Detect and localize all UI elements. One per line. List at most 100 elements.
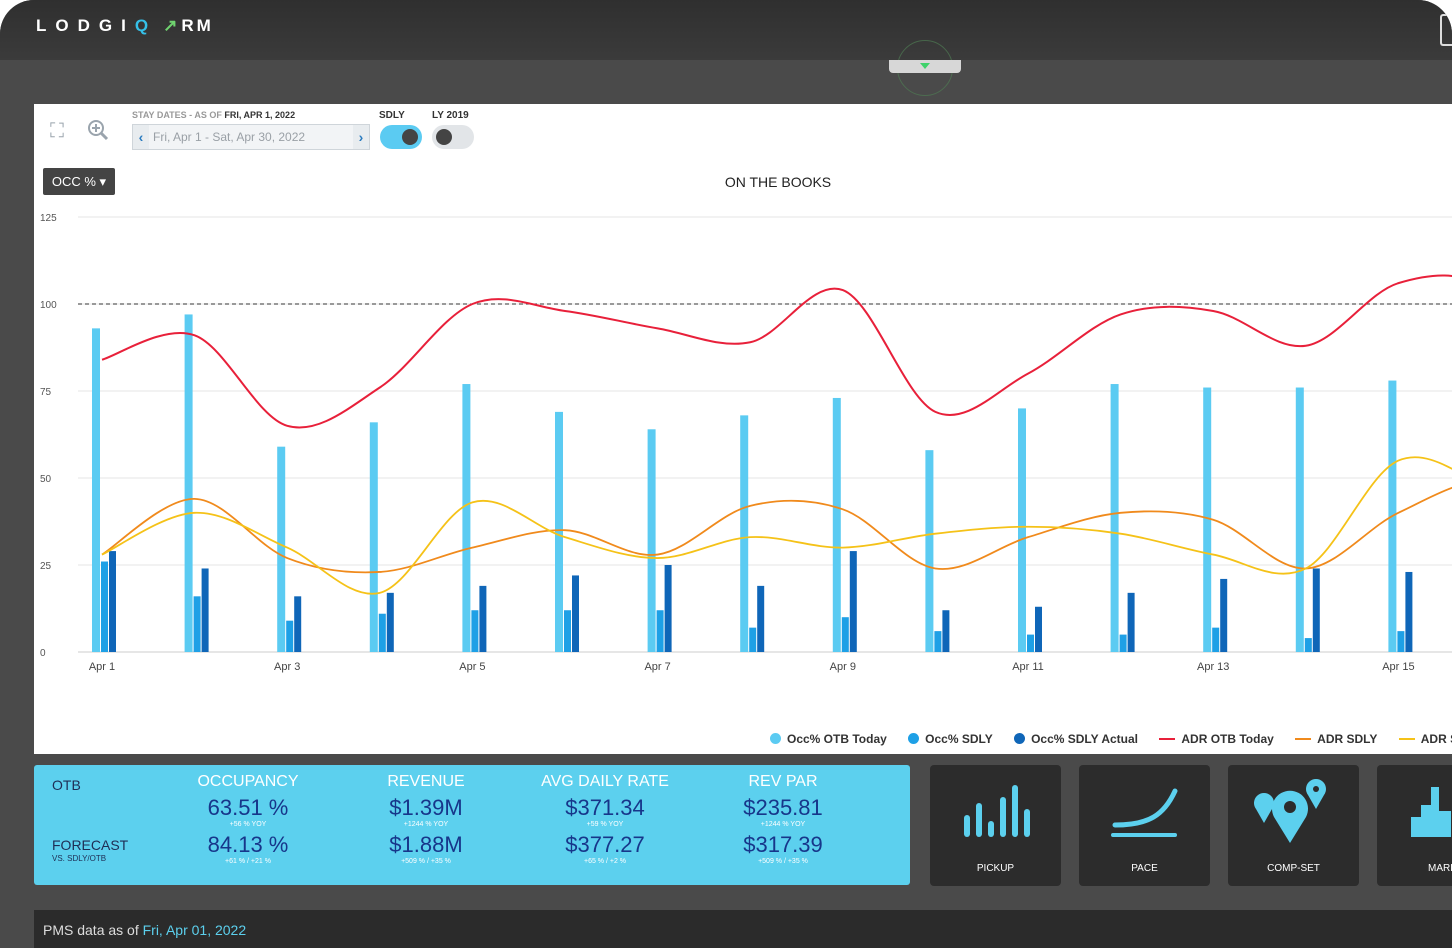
- bar-occ-sdly-actual-apr-12: [1127, 592, 1135, 652]
- kpi-otb-sub: +56 % YOY: [229, 821, 267, 828]
- stay-dates-label: STAY DATES - AS OF FRI, APR 1, 2022: [132, 110, 296, 120]
- sdly-toggle[interactable]: [380, 125, 422, 149]
- bar-occ-otb-today-apr-5: [462, 384, 471, 652]
- bar-chart-icon: [964, 785, 1030, 837]
- status-footer: PMS data as of Fri, Apr 01, 2022: [34, 910, 1452, 948]
- bar-occ-sdly-apr-2: [193, 596, 201, 652]
- prev-date-button[interactable]: ‹: [133, 125, 149, 149]
- bar-occ-sdly-actual-apr-15: [1405, 571, 1413, 652]
- kpi-forecast-sub: +61 % / +21 %: [225, 858, 271, 865]
- x-tick-label: Apr 15: [1382, 661, 1414, 673]
- bar-occ-otb-today-apr-2: [184, 314, 193, 652]
- bar-occ-sdly-actual-apr-7: [664, 565, 672, 652]
- bar-occ-sdly-actual-apr-8: [757, 585, 765, 652]
- occupancy-chart: 0 25 50 75 100 125 Apr 1 Apr 3 Apr 5 Apr 7 Apr 9 Ap…: [40, 213, 1452, 673]
- ly-toggle[interactable]: [432, 125, 474, 149]
- x-tick-label: Apr 5: [459, 661, 485, 673]
- bar-occ-otb-today-apr-6: [555, 411, 563, 652]
- next-date-button[interactable]: ›: [353, 125, 369, 149]
- city-skyline-icon: [1411, 787, 1451, 837]
- bar-occ-sdly-apr-4: [378, 613, 386, 652]
- kpi-otb-value: $371.34: [565, 795, 645, 820]
- kpi-forecast-sub: +65 % / +2 %: [583, 858, 627, 865]
- forecast-row-label: FORECAST: [52, 837, 129, 853]
- legend-item-adr-otb-today[interactable]: ADR OTB Today: [1159, 732, 1274, 746]
- line-adr-otb-today: [101, 274, 1452, 429]
- bar-occ-sdly-apr-9: [841, 617, 849, 652]
- legend-item-occ-sdly[interactable]: Occ% SDLY: [908, 732, 993, 746]
- bar-occ-sdly-actual-apr-11: [1035, 606, 1042, 652]
- kpi-summary-panel: OTB FORECAST VS. SDLY/OTB OCCUPANCY 63.5…: [34, 765, 910, 885]
- bar-occ-otb-today-apr-3: [277, 446, 286, 652]
- metric-dropdown-button[interactable]: OCC % ▾: [43, 168, 115, 195]
- bar-occ-sdly-apr-3: [286, 620, 294, 652]
- legend-item-otb-today[interactable]: Occ% OTB Today: [770, 732, 887, 746]
- bar-occ-otb-today-apr-10: [925, 450, 934, 652]
- bar-occ-otb-today-apr-8: [740, 415, 749, 652]
- kpi-rev-par: REV PAR $235.81 +1244 % YOY $317.39 +509…: [708, 765, 858, 865]
- x-tick-label: Apr 7: [644, 661, 670, 673]
- pulldown-toggle-button[interactable]: [889, 60, 961, 73]
- fullscreen-icon[interactable]: ⛶: [50, 120, 64, 143]
- bar-occ-sdly-actual-apr-4: [386, 592, 394, 652]
- bar-occ-sdly-apr-14: [1304, 638, 1312, 652]
- pms-status: PMS data as of Fri, Apr 01, 2022: [43, 922, 247, 938]
- tile-market[interactable]: MARK: [1377, 765, 1452, 886]
- kpi-header: AVG DAILY RATE: [541, 773, 669, 790]
- kpi-header: REV PAR: [748, 773, 818, 790]
- tile-pace[interactable]: PACE: [1079, 765, 1210, 886]
- tile-label: PACE: [1131, 863, 1158, 874]
- bar-occ-sdly-apr-12: [1119, 634, 1127, 652]
- bar-occ-sdly-actual-apr-5: [479, 585, 487, 652]
- bar-occ-sdly-apr-11: [1027, 634, 1034, 652]
- kpi-forecast-value: 84.13 %: [207, 832, 289, 857]
- bar-occ-sdly-apr-7: [656, 610, 664, 652]
- line-adr-sdly: [101, 486, 1452, 574]
- bar-occ-sdly-actual-apr-6: [572, 575, 579, 652]
- kpi-forecast-sub: +509 % / +35 %: [401, 858, 451, 865]
- legend-item-adr-sdly-actual[interactable]: ADR SDLY: [1398, 732, 1452, 746]
- bar-occ-otb-today-apr-7: [647, 429, 656, 652]
- x-tick-label: Apr 9: [830, 661, 856, 673]
- y-tick-label: 50: [40, 474, 52, 485]
- legend-item-adr-sdly[interactable]: ADR SDLY: [1295, 732, 1377, 746]
- bar-occ-sdly-apr-5: [471, 610, 479, 652]
- zoom-in-icon[interactable]: [86, 118, 110, 148]
- kpi-revenue: REVENUE $1.39M +1244 % YOY $1.88M +509 %…: [351, 765, 501, 865]
- app-logo: LODGIQ ↗ RM: [36, 16, 214, 35]
- chart-legend: Occ% OTB Today Occ% SDLY Occ% SDLY Actua…: [770, 732, 1452, 746]
- bar-occ-otb-today-apr-12: [1110, 384, 1119, 652]
- forecast-sub-label: VS. SDLY/OTB: [52, 854, 107, 863]
- otb-row-label: OTB: [52, 777, 81, 793]
- tile-pickup[interactable]: PICKUP: [930, 765, 1061, 886]
- bar-occ-sdly-actual-apr-1: [109, 551, 116, 652]
- bar-occ-sdly-apr-13: [1212, 627, 1220, 652]
- bar-occ-sdly-apr-10: [934, 631, 942, 652]
- bar-occ-sdly-actual-apr-9: [849, 551, 857, 652]
- y-tick-label: 100: [40, 300, 57, 311]
- kpi-otb-value: $1.39M: [389, 795, 463, 820]
- top-bar: LODGIQ ↗ RM: [0, 0, 1452, 60]
- bar-occ-otb-today-apr-14: [1295, 387, 1304, 652]
- sdly-label: SDLY: [379, 110, 405, 121]
- y-tick-label: 0: [40, 648, 46, 659]
- chevron-down-icon: [920, 63, 930, 69]
- y-tick-label: 25: [40, 561, 52, 572]
- curve-icon: [1111, 788, 1178, 837]
- kpi-header: OCCUPANCY: [197, 773, 299, 790]
- kpi-otb-sub: +1244 % YOY: [403, 821, 449, 828]
- tile-comp-set[interactable]: COMP-SET: [1228, 765, 1359, 886]
- tile-label: COMP-SET: [1267, 863, 1320, 874]
- bar-occ-sdly-actual-apr-10: [942, 610, 950, 652]
- kpi-otb-value: 63.51 %: [207, 795, 289, 820]
- date-range-picker[interactable]: ‹ Fri, Apr 1 - Sat, Apr 30, 2022 ›: [132, 124, 370, 150]
- menu-corner-icon[interactable]: [1440, 14, 1452, 46]
- bar-occ-otb-today-apr-11: [1018, 408, 1026, 652]
- legend-item-occ-sdly-actual[interactable]: Occ% SDLY Actual: [1014, 732, 1138, 746]
- date-range-value[interactable]: Fri, Apr 1 - Sat, Apr 30, 2022: [153, 130, 305, 144]
- location-pins-icon: [1254, 779, 1326, 843]
- kpi-otb-sub: +1244 % YOY: [760, 821, 806, 828]
- kpi-forecast-value: $1.88M: [389, 832, 463, 857]
- bar-occ-sdly-apr-15: [1397, 631, 1405, 652]
- x-tick-label: Apr 3: [274, 661, 300, 673]
